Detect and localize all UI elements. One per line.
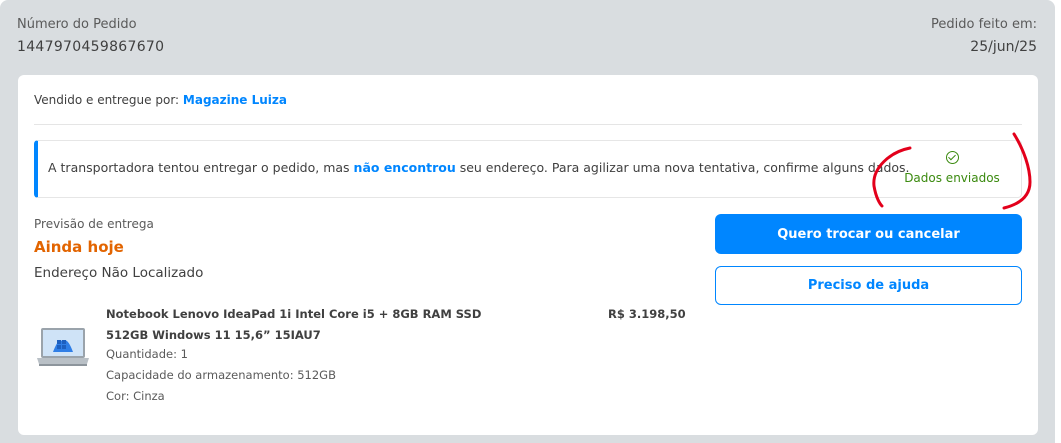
order-date: 25/jun/25 [970,39,1037,55]
notice-text-before: A transportadora tentou entregar o pedid… [48,160,354,175]
order-card: Vendido e entregue por: Magazine Luiza A… [18,75,1038,435]
delivery-forecast-label: Previsão de entrega [34,217,154,231]
help-button[interactable]: Preciso de ajuda [715,266,1022,305]
product-storage: Capacidade do armazenamento: 512GB [106,368,336,382]
order-panel: Número do Pedido 1447970459867670 Pedido… [0,0,1055,443]
delivery-notice: A transportadora tentou entregar o pedid… [34,140,1022,198]
order-date-label: Pedido feito em: [931,17,1037,32]
divider [34,124,1022,125]
product-quantity: Quantidade: 1 [106,347,188,361]
exchange-cancel-button[interactable]: Quero trocar ou cancelar [715,214,1022,254]
notice-text: A transportadora tentou entregar o pedid… [48,160,910,175]
product-color: Cor: Cinza [106,389,165,403]
delivery-forecast-value: Ainda hoje [34,238,124,256]
check-circle-icon [945,151,959,164]
data-sent-label: Dados enviados [904,171,1000,185]
product-title[interactable]: Notebook Lenovo IdeaPad 1i Intel Core i5… [106,304,486,346]
address-status: Endereço Não Localizado [34,265,204,281]
order-number: 1447970459867670 [17,39,165,55]
seller-link[interactable]: Magazine Luiza [183,93,287,107]
notice-highlight: não encontrou [353,160,456,175]
order-number-label: Número do Pedido [17,17,137,32]
data-sent-status: Dados enviados [897,151,1007,185]
seller-info: Vendido e entregue por: Magazine Luiza [34,93,287,107]
notice-text-after: seu endereço. Para agilizar uma nova ten… [455,160,910,175]
seller-prefix: Vendido e entregue por: [34,93,180,107]
product-image[interactable] [35,326,91,374]
product-price: R$ 3.198,50 [608,307,686,321]
